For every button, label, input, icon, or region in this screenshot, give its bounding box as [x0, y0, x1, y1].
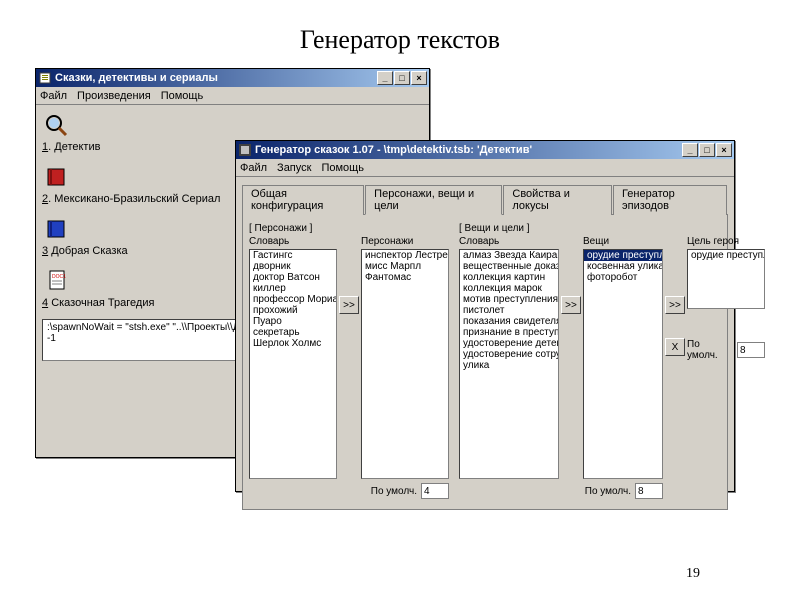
menu-help[interactable]: Помощь [321, 162, 364, 174]
default-label: По умолч. [371, 486, 417, 497]
close-button[interactable]: × [716, 143, 732, 157]
list-item[interactable]: дворник [250, 261, 336, 272]
label-dictionary: Словарь [249, 236, 337, 247]
book-red-icon [42, 163, 74, 191]
list-item[interactable]: удостоверение детектива [460, 338, 558, 349]
listbox-things[interactable]: орудие преступлениякосвенная уликафоторо… [583, 249, 663, 479]
titlebar-generator[interactable]: Генератор сказок 1.07 - \tmp\detektiv.ts… [236, 141, 734, 159]
app-icon [38, 71, 52, 85]
app-icon [238, 143, 252, 157]
list-item[interactable]: мисс Марпл [362, 261, 448, 272]
menu-works[interactable]: Произведения [77, 90, 151, 102]
group-header-things: [ Вещи и цели ] [459, 223, 765, 234]
list-item[interactable]: секретарь [250, 327, 336, 338]
list-item[interactable]: алмаз Звезда Каира [460, 250, 558, 261]
remove-goal-button[interactable]: X [665, 338, 685, 356]
list-item[interactable]: доктор Ватсон [250, 272, 336, 283]
maximize-button[interactable]: □ [699, 143, 715, 157]
label-characters: Персонажи [361, 236, 449, 247]
list-item[interactable]: Шерлок Холмс [250, 338, 336, 349]
menu-file[interactable]: Файл [240, 162, 267, 174]
add-goal-button[interactable]: >> [665, 296, 685, 314]
list-item[interactable]: Фантомас [362, 272, 448, 283]
default-things-input[interactable] [635, 483, 663, 499]
menu-run[interactable]: Запуск [277, 162, 311, 174]
maximize-button[interactable]: □ [394, 71, 410, 85]
list-item[interactable]: Пуаро [250, 316, 336, 327]
group-header-characters: [ Персонажи ] [249, 223, 449, 234]
titlebar-stories[interactable]: Сказки, детективы и сериалы _ □ × [36, 69, 429, 87]
list-item[interactable]: пистолет [460, 305, 558, 316]
close-button[interactable]: × [411, 71, 427, 85]
page-number: 19 [686, 566, 700, 582]
listbox-dictionary-characters[interactable]: Гастингсдворникдоктор Ватсонкиллерпрофес… [249, 249, 337, 479]
book-blue-icon [42, 215, 74, 243]
tab-properties[interactable]: Свойства и локусы [503, 185, 612, 215]
tab-config[interactable]: Общая конфигурация [242, 185, 364, 215]
list-item[interactable]: показания свидетеля [460, 316, 558, 327]
title-text: Генератор сказок 1.07 - \tmp\detektiv.ts… [255, 144, 682, 156]
list-item[interactable]: Гастингс [250, 250, 336, 261]
document-icon: DOC1 [42, 267, 74, 295]
svg-text:DOC1: DOC1 [52, 274, 66, 280]
menu-file[interactable]: Файл [40, 90, 67, 102]
list-item[interactable]: улика [460, 360, 558, 371]
minimize-button[interactable]: _ [682, 143, 698, 157]
add-thing-button[interactable]: >> [561, 296, 581, 314]
tab-strip: Общая конфигурация Персонажи, вещи и цел… [242, 185, 728, 215]
tab-characters[interactable]: Персонажи, вещи и цели [365, 185, 502, 215]
default-characters-input[interactable] [421, 483, 449, 499]
list-item[interactable]: орудие преступления [688, 250, 764, 261]
default-goal-input[interactable] [737, 342, 765, 358]
minimize-button[interactable]: _ [377, 71, 393, 85]
slide-title: Генератор текстов [0, 25, 800, 55]
list-item[interactable]: вещественные доказательства [460, 261, 558, 272]
tab-panel: [ Персонажи ] Словарь Гастингсдворникдок… [242, 214, 728, 510]
window-generator: Генератор сказок 1.07 - \tmp\detektiv.ts… [235, 140, 735, 492]
list-item[interactable]: коллекция марок [460, 283, 558, 294]
default-label: По умолч. [585, 486, 631, 497]
menubar-stories: Файл Произведения Помощь [36, 87, 429, 105]
list-item[interactable]: удостоверение сотрудника [460, 349, 558, 360]
menubar-generator: Файл Запуск Помощь [236, 159, 734, 177]
list-item[interactable]: прохожий [250, 305, 336, 316]
title-text: Сказки, детективы и сериалы [55, 72, 377, 84]
list-item[interactable]: признание в преступлении [460, 327, 558, 338]
default-label: По умолч. [687, 339, 733, 361]
list-item[interactable]: орудие преступления [584, 250, 662, 261]
listbox-characters[interactable]: инспектор Лестрейдмисс МарплФантомас [361, 249, 449, 479]
list-item[interactable]: мотив преступления [460, 294, 558, 305]
tab-episodes[interactable]: Генератор эпизодов [613, 185, 727, 215]
listbox-dictionary-things[interactable]: алмаз Звезда Каиравещественные доказател… [459, 249, 559, 479]
menu-help[interactable]: Помощь [161, 90, 204, 102]
list-item[interactable]: фоторобот [584, 272, 662, 283]
label-dictionary: Словарь [459, 236, 559, 247]
add-character-button[interactable]: >> [339, 296, 359, 314]
magnifier-icon [42, 111, 74, 139]
list-item[interactable]: киллер [250, 283, 336, 294]
list-item[interactable]: инспектор Лестрейд [362, 250, 448, 261]
listbox-goal[interactable]: орудие преступления [687, 249, 765, 309]
list-item[interactable]: косвенная улика [584, 261, 662, 272]
list-item[interactable]: коллекция картин [460, 272, 558, 283]
label-goal: Цель героя [687, 236, 765, 247]
list-item[interactable]: профессор Мориарти [250, 294, 336, 305]
label-things: Вещи [583, 236, 663, 247]
